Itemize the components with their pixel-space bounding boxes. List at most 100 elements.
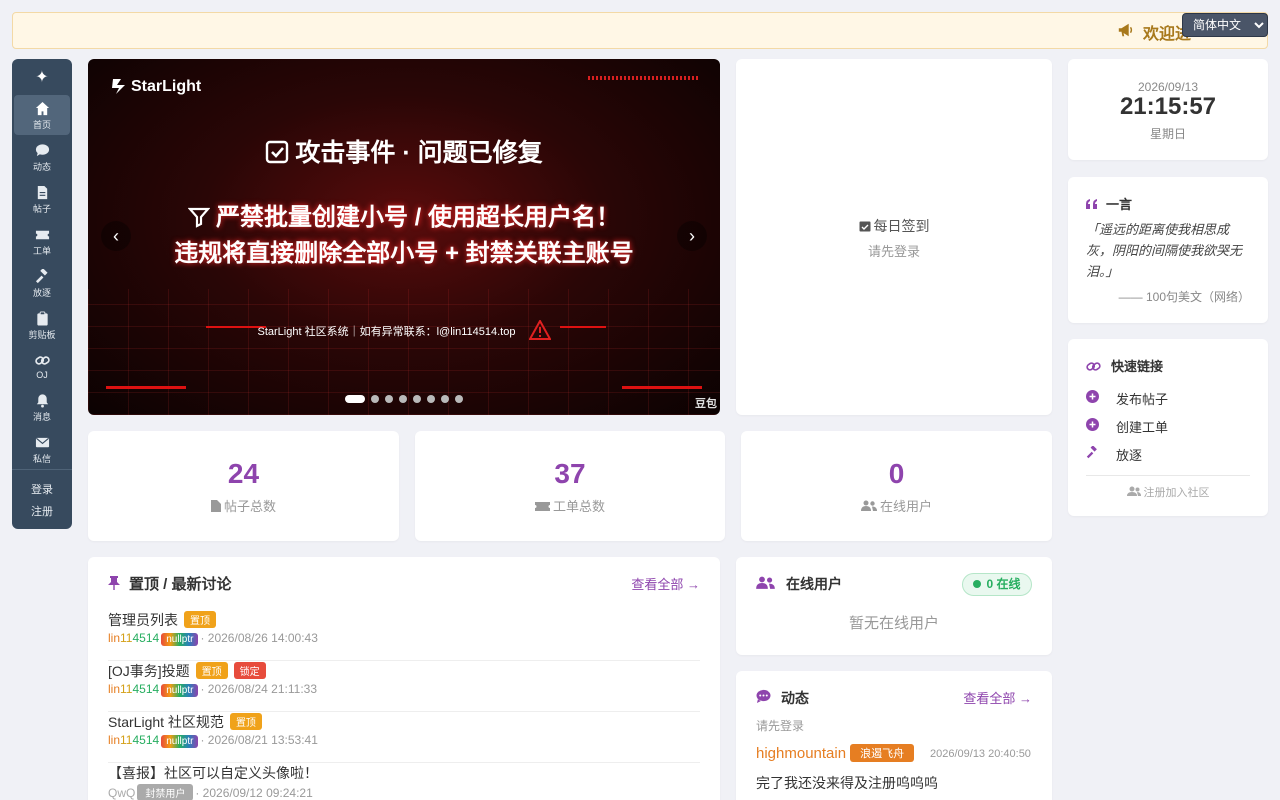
quick-links-title: 快速链接 xyxy=(1111,359,1164,374)
clipboard-icon xyxy=(36,311,48,326)
carousel-dot[interactable] xyxy=(385,395,393,403)
author-name[interactable]: QwQ xyxy=(108,786,135,800)
discussion-title[interactable]: [OJ事务]投题 置顶 锁定 xyxy=(108,661,266,681)
sidebar-item-label: 消息 xyxy=(32,412,51,422)
register-join-link[interactable]: 注册加入社区 xyxy=(1068,484,1268,500)
quick-link-label: 放逐 xyxy=(1116,448,1143,463)
sidebar-item-posts[interactable]: 帖子 xyxy=(14,179,70,219)
sidebar-item-clipboard[interactable]: 剪贴板 xyxy=(14,305,70,345)
warning-icon xyxy=(527,318,552,340)
discussion-item[interactable]: [OJ事务]投题 置顶 锁定 lin114514 nullptr · 2026/08/2… xyxy=(108,661,700,712)
clock-card: 2026/09/13 21:15:57 星期日 xyxy=(1068,59,1268,160)
carousel-dot[interactable] xyxy=(399,395,407,403)
announcement-bar: 欢迎进 xyxy=(12,12,1268,49)
user-tag: nullptr xyxy=(161,633,199,646)
users-icon xyxy=(1126,486,1141,496)
activity-user[interactable]: highmountain 浪遏飞舟 xyxy=(756,744,915,762)
carousel-next-button[interactable]: › xyxy=(677,221,707,251)
discussions-view-all-link[interactable]: 查看全部 → xyxy=(631,574,700,593)
clock-time: 21:15:57 xyxy=(1119,93,1217,120)
author-name[interactable]: lin114514 xyxy=(108,733,159,747)
clock-weekday: 星期日 xyxy=(1149,127,1186,141)
sidebar-item-tickets[interactable]: 工单 xyxy=(14,221,70,261)
link-icon xyxy=(1086,362,1101,371)
discussion-meta: QwQ 封禁用户 · 2026/09/12 09:24:21 xyxy=(108,784,313,800)
sidebar-item-label: 放逐 xyxy=(32,288,51,298)
sidebar-login-link[interactable]: 登录 xyxy=(12,481,72,497)
pinned-badge: 置顶 xyxy=(229,713,262,730)
sidebar-item-feed[interactable]: 动态 xyxy=(14,137,70,177)
sparkle-logo-icon[interactable]: ✦ xyxy=(12,67,72,87)
carousel-prev-button[interactable]: ‹ xyxy=(101,221,131,251)
user-tag: nullptr xyxy=(161,684,199,697)
sidebar-divider xyxy=(12,469,72,470)
stat-value: 0 xyxy=(888,458,905,489)
author-part: lin xyxy=(108,733,121,747)
stat-label-text: 帖子总数 xyxy=(223,499,276,514)
carousel-dot[interactable] xyxy=(413,395,421,403)
checkin-title[interactable]: 每日签到 xyxy=(736,216,1052,236)
sidebar-item-dm[interactable]: 私信 xyxy=(14,429,70,469)
activity-card: 动态 查看全部 → 请先登录 highmountain 浪遏飞舟 2026/09/… xyxy=(736,671,1052,800)
discussion-time: · 2026/08/24 21:11:33 xyxy=(200,682,317,696)
sidebar-item-messages[interactable]: 消息 xyxy=(14,387,70,427)
checkin-subtitle: 请先登录 xyxy=(867,244,920,259)
banner-brand: StarLight xyxy=(110,77,201,96)
discussion-item[interactable]: 【喜报】社区可以自定义头像啦！ QwQ 封禁用户 · 2026/09/12 09:2… xyxy=(108,763,700,800)
activity-title: 动态 xyxy=(781,690,809,706)
discussion-title-text: 管理员列表 xyxy=(108,612,178,628)
author-part: 45 xyxy=(132,733,146,747)
users-icon xyxy=(860,500,877,511)
quote-title: 一言 xyxy=(1106,197,1133,212)
carousel-dot[interactable] xyxy=(427,395,435,403)
author-part: 14 xyxy=(145,631,160,645)
discussion-item[interactable]: StarLight 社区规范 置顶 lin114514 nullptr · 2026/… xyxy=(108,712,700,763)
quote-icon xyxy=(1086,199,1097,209)
activity-view-all-link[interactable]: 查看全部 → xyxy=(963,688,1032,707)
carousel-dot[interactable] xyxy=(371,395,379,403)
carousel-dot[interactable] xyxy=(345,395,365,403)
activity-time: 2026/09/13 20:40:50 xyxy=(930,748,1031,760)
sidebar-item-label: 工单 xyxy=(32,246,51,256)
author-name[interactable]: lin114514 xyxy=(108,631,159,645)
check-square-icon xyxy=(266,140,289,164)
sidebar-item-label: 首页 xyxy=(32,120,51,130)
online-users-title: 在线用户 xyxy=(786,576,842,592)
carousel-dot[interactable] xyxy=(441,395,449,403)
stat-label-text: 工单总数 xyxy=(552,499,605,514)
banner-contact-text: StarLight 社区系统｜如有异常联系：l@lin114514.top xyxy=(257,326,516,338)
stat-value: 24 xyxy=(227,458,260,489)
comment-icon xyxy=(35,144,49,157)
author-part: 11 xyxy=(120,733,133,747)
discussion-title[interactable]: 管理员列表 置顶 xyxy=(108,610,216,630)
author-name[interactable]: lin114514 xyxy=(108,682,159,696)
quote-card: 一言 「遥远的距离使我相思成灰，阴阳的间隔使我欲哭无泪。」 —— 100句美文（… xyxy=(1068,177,1268,323)
banner-title: 攻击事件 · 问题已修复 xyxy=(88,133,720,169)
discussion-item[interactable]: 管理员列表 置顶 lin114514 nullptr · 2026/08/26 14:… xyxy=(108,610,700,661)
activity-login-hint[interactable]: 请先登录 xyxy=(756,717,804,734)
discussions-header: 置顶 / 最新讨论 xyxy=(108,573,232,594)
quick-links-card: 快速链接 发布帖子 创建工单 放逐 注册加入社区 xyxy=(1068,339,1268,516)
stat-label-text: 在线用户 xyxy=(879,499,932,514)
language-select[interactable]: 简体中文 xyxy=(1182,13,1268,37)
author-part: lin xyxy=(108,682,121,696)
users-icon xyxy=(756,576,775,589)
pinned-badge: 置顶 xyxy=(195,662,228,679)
banner-wave-decoration xyxy=(588,76,700,80)
sidebar-item-home[interactable]: 首页 xyxy=(14,95,70,135)
sidebar-item-oj[interactable]: OJ xyxy=(14,347,70,387)
carousel-dot[interactable] xyxy=(455,395,463,403)
carousel-dots xyxy=(345,395,469,403)
sidebar-register-link[interactable]: 注册 xyxy=(12,503,72,519)
sidebar-item-exile[interactable]: 放逐 xyxy=(14,263,70,303)
pin-icon xyxy=(108,576,120,590)
discussion-time: · 2026/08/26 14:00:43 xyxy=(200,631,318,645)
comment-dots-icon xyxy=(756,689,771,703)
discussion-meta: lin114514 nullptr · 2026/08/24 21:11:33 xyxy=(108,682,317,697)
activity-user-tag: 浪遏飞舟 xyxy=(850,744,915,762)
discussion-title-text: [OJ事务]投题 xyxy=(108,663,190,679)
discussion-meta: lin114514 nullptr · 2026/08/21 13:53:41 xyxy=(108,733,318,748)
filter-icon xyxy=(187,207,211,228)
discussion-title[interactable]: 【喜报】社区可以自定义头像啦！ xyxy=(108,763,318,783)
discussion-title[interactable]: StarLight 社区规范 置顶 xyxy=(108,712,262,732)
